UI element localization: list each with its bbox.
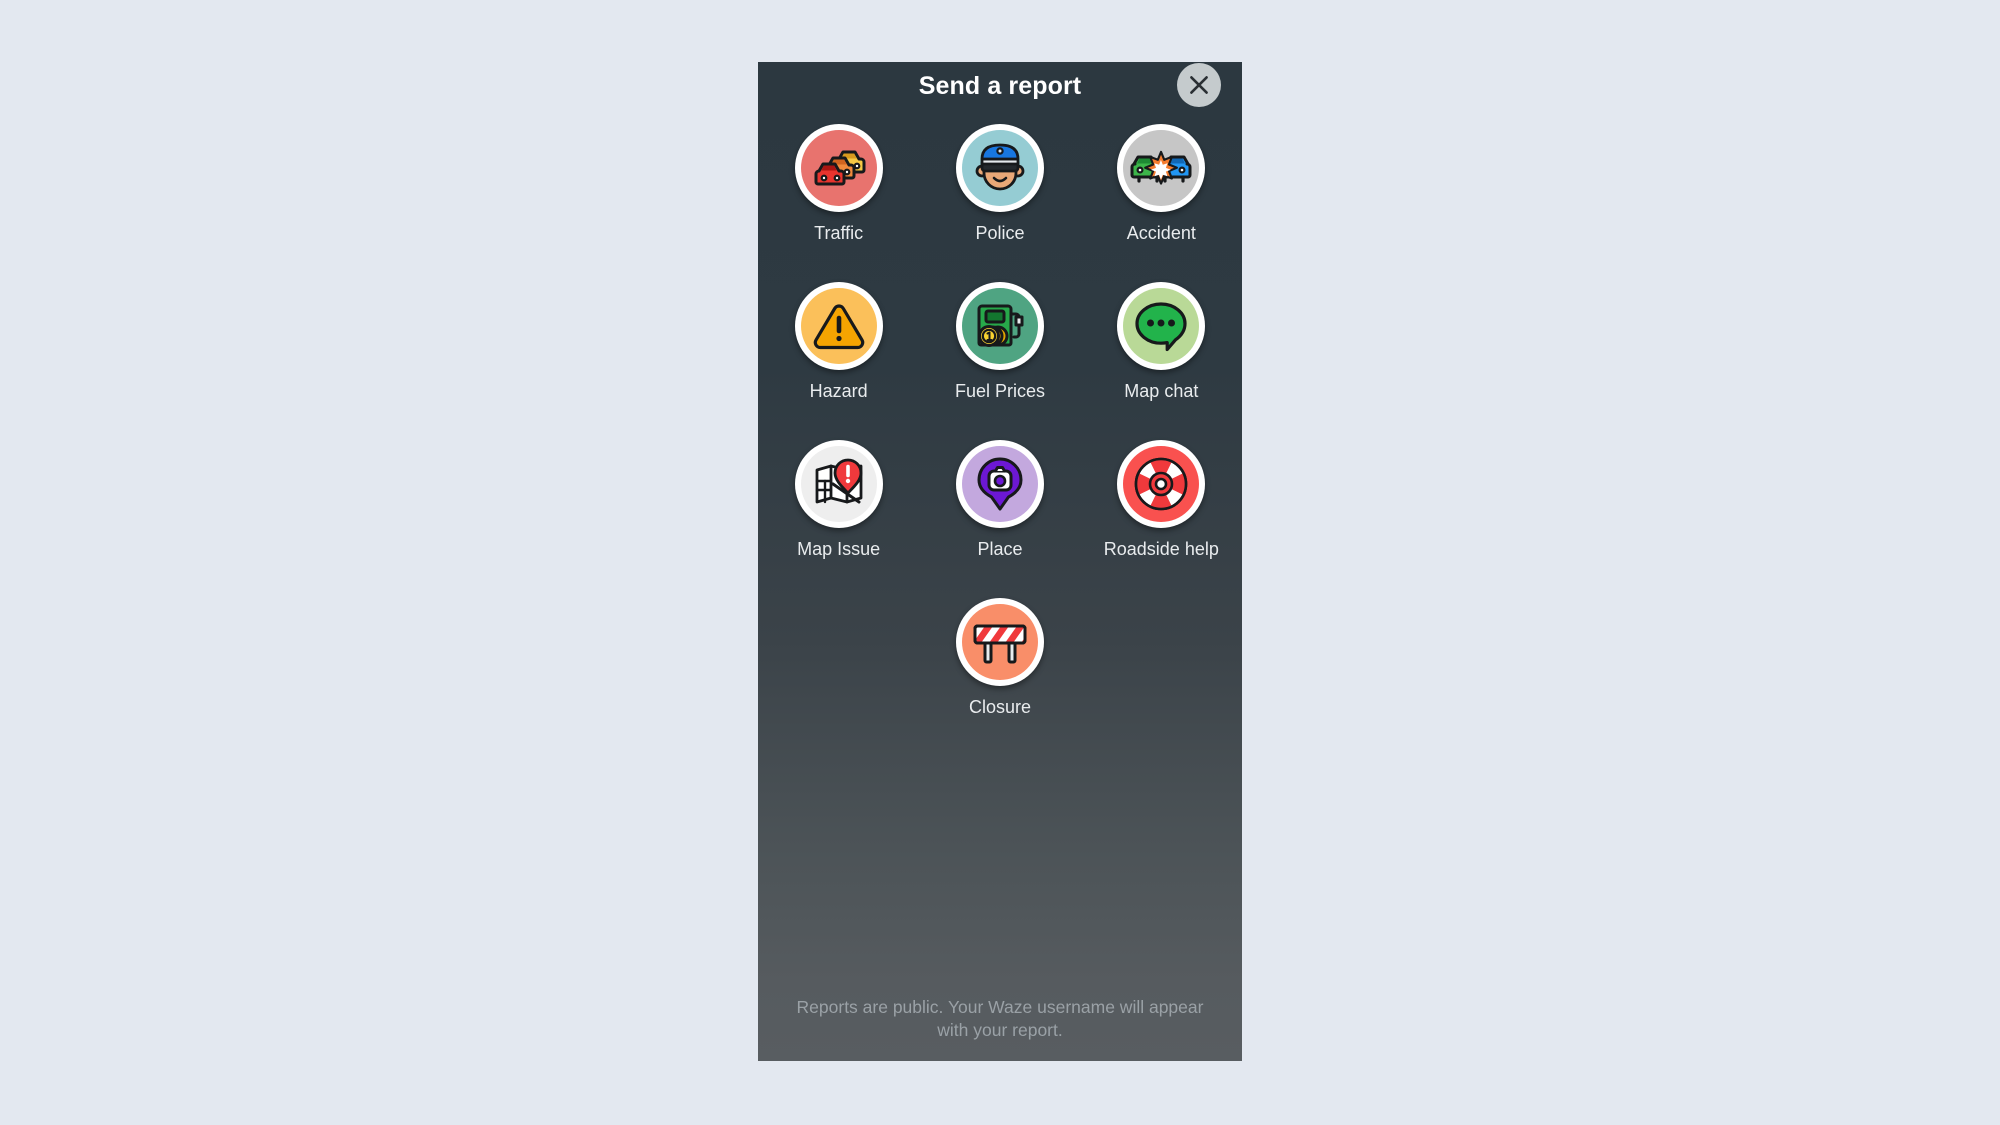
report-option-fuel-prices[interactable]: Fuel Prices — [919, 282, 1080, 440]
report-option-label: Accident — [1126, 223, 1196, 243]
report-option-label: Closure — [968, 697, 1031, 717]
warning-triangle-icon — [800, 288, 877, 364]
roadside-help-icon-disc — [1117, 440, 1206, 528]
place-pin-camera-icon — [961, 446, 1038, 522]
road-barrier-icon — [961, 604, 1038, 680]
map-issue-icon-disc — [794, 440, 883, 528]
traffic-icon-disc — [794, 124, 883, 212]
send-report-panel: Send a report Traffic Police Accident Ha… — [758, 62, 1242, 1061]
fuel-prices-icon-disc — [955, 282, 1044, 370]
report-option-label: Police — [975, 223, 1025, 243]
report-option-place[interactable]: Place — [919, 440, 1080, 598]
report-option-closure[interactable]: Closure — [919, 598, 1080, 756]
report-type-grid: Traffic Police Accident Hazard Fuel Pric… — [758, 124, 1242, 756]
chat-bubble-icon — [1123, 288, 1200, 364]
life-ring-icon — [1123, 446, 1200, 522]
close-button[interactable] — [1177, 63, 1221, 107]
report-option-label: Fuel Prices — [954, 381, 1045, 401]
report-option-traffic[interactable]: Traffic — [758, 124, 919, 282]
fuel-pump-coin-icon — [961, 288, 1038, 364]
report-option-label: Roadside help — [1103, 539, 1219, 559]
police-officer-icon — [961, 130, 1038, 206]
report-option-label: Map chat — [1124, 381, 1199, 401]
report-option-label: Map Issue — [797, 539, 881, 559]
report-option-map-issue[interactable]: Map Issue — [758, 440, 919, 598]
map-alert-icon — [800, 446, 877, 522]
place-icon-disc — [955, 440, 1044, 528]
map-chat-icon-disc — [1117, 282, 1206, 370]
report-option-hazard[interactable]: Hazard — [758, 282, 919, 440]
report-option-police[interactable]: Police — [919, 124, 1080, 282]
report-option-label: Hazard — [809, 381, 868, 401]
report-option-map-chat[interactable]: Map chat — [1081, 282, 1242, 440]
closure-icon-disc — [955, 598, 1044, 686]
report-option-label: Traffic — [814, 223, 864, 243]
page-title: Send a report — [918, 72, 1082, 100]
report-disclaimer: Reports are public. Your Waze username w… — [796, 997, 1204, 1040]
car-crash-icon — [1123, 130, 1200, 206]
traffic-jam-icon — [800, 130, 877, 206]
police-icon-disc — [955, 124, 1044, 212]
app-background: Send a report Traffic Police Accident Ha… — [0, 0, 2000, 1125]
hazard-icon-disc — [794, 282, 883, 370]
report-option-accident[interactable]: Accident — [1081, 124, 1242, 282]
accident-icon-disc — [1117, 124, 1206, 212]
panel-header: Send a report — [758, 62, 1242, 120]
report-option-roadside-help[interactable]: Roadside help — [1081, 440, 1242, 598]
close-icon — [1188, 74, 1210, 96]
report-option-label: Place — [977, 539, 1023, 559]
